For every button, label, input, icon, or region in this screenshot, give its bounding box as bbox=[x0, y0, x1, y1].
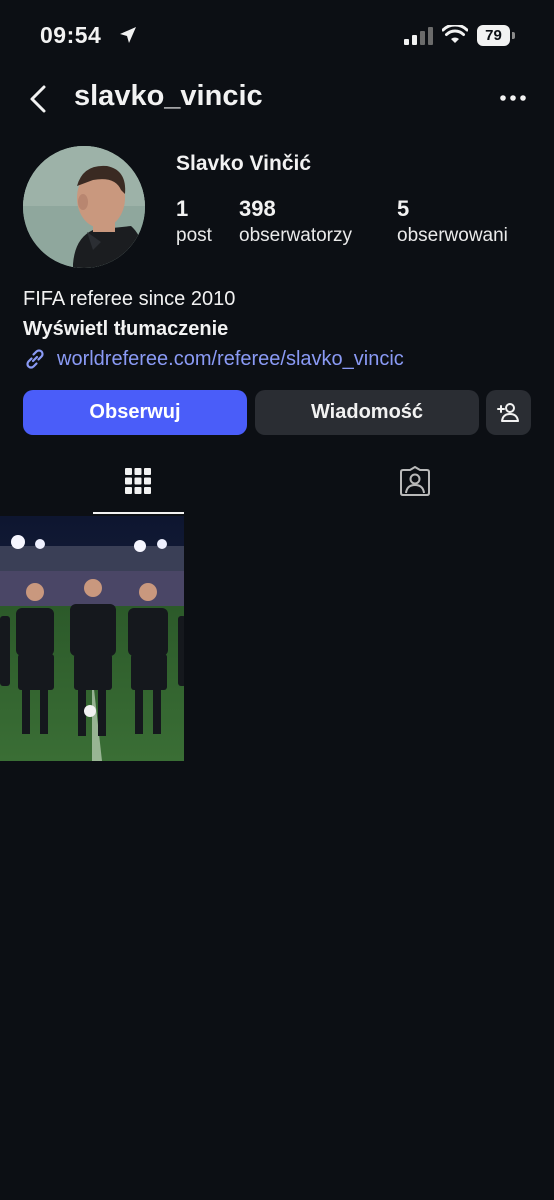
grid-icon bbox=[125, 468, 151, 494]
battery-level: 79 bbox=[485, 27, 502, 44]
post-thumbnail[interactable] bbox=[0, 516, 184, 761]
stat-followers-label: obserwatorzy bbox=[239, 225, 352, 246]
stat-posts-label: post bbox=[176, 225, 212, 246]
link-icon bbox=[26, 349, 44, 369]
tagged-person-icon bbox=[400, 466, 430, 496]
follow-button[interactable]: Obserwuj bbox=[23, 390, 247, 435]
profile-full-name: Slavko Vinčić bbox=[176, 152, 312, 175]
profile-tabs bbox=[0, 462, 554, 514]
profile-bio: FIFA referee since 2010 Wyświetl tłumacz… bbox=[23, 284, 533, 374]
battery-indicator: 79 bbox=[477, 25, 510, 46]
stat-following-count: 5 bbox=[397, 196, 410, 221]
more-horizontal-icon[interactable] bbox=[500, 94, 526, 102]
stat-followers[interactable]: 398 obserwatorzy bbox=[239, 196, 352, 250]
active-tab-indicator bbox=[93, 512, 184, 514]
tab-posts-grid[interactable] bbox=[93, 462, 184, 514]
message-button[interactable]: Wiadomość bbox=[255, 390, 479, 435]
profile-header: slavko_vincic bbox=[0, 76, 554, 122]
avatar-image bbox=[23, 146, 145, 268]
post-image bbox=[0, 516, 184, 761]
stat-posts-count: 1 bbox=[176, 196, 189, 221]
location-arrow-icon bbox=[120, 27, 136, 43]
stat-followers-count: 398 bbox=[239, 196, 276, 221]
add-person-icon bbox=[496, 403, 519, 422]
bio-text: FIFA referee since 2010 bbox=[23, 288, 236, 310]
profile-link-text: worldreferee.com/referee/slavko_vincic bbox=[57, 348, 404, 370]
tab-tagged[interactable] bbox=[370, 462, 461, 514]
status-time: 09:54 bbox=[40, 22, 102, 48]
status-bar: 09:54 79 bbox=[0, 0, 554, 70]
profile-actions: Obserwuj Wiadomość bbox=[23, 390, 531, 435]
header-username: slavko_vincic bbox=[74, 80, 263, 112]
translate-link[interactable]: Wyświetl tłumaczenie bbox=[23, 314, 533, 344]
wifi-icon bbox=[442, 25, 468, 43]
stat-posts[interactable]: 1 post bbox=[176, 196, 212, 250]
battery-tip bbox=[512, 32, 515, 39]
cellular-signal-icon bbox=[404, 27, 433, 45]
suggest-users-button[interactable] bbox=[486, 390, 531, 435]
stat-following[interactable]: 5 obserwowani bbox=[397, 196, 508, 250]
profile-link[interactable]: worldreferee.com/referee/slavko_vincic bbox=[23, 344, 533, 374]
chevron-left-icon[interactable] bbox=[26, 84, 52, 114]
stat-following-label: obserwowani bbox=[397, 225, 508, 246]
avatar[interactable] bbox=[23, 146, 145, 268]
